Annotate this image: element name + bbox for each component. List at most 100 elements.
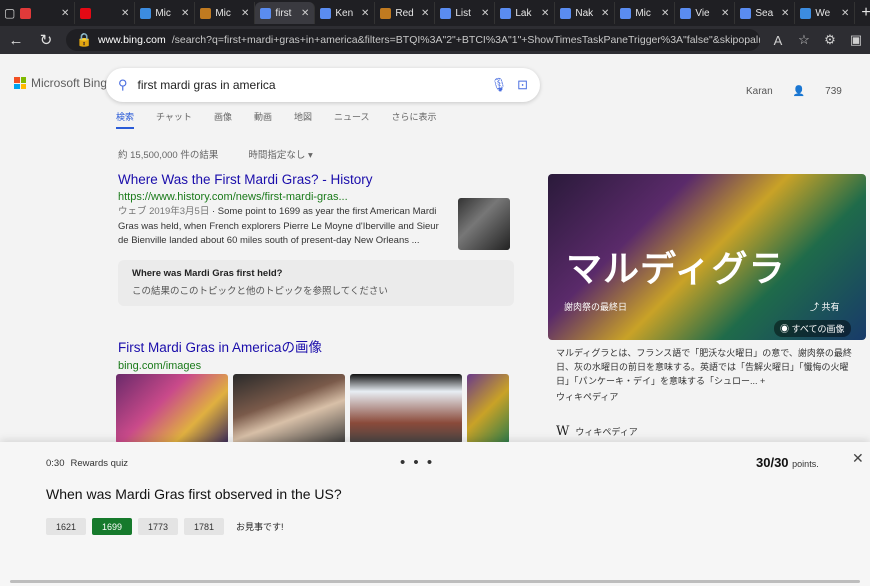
browser-tab[interactable]: Vie ✕ xyxy=(675,2,736,24)
rewards-quiz-panel: 0:30 Rewards quiz • • • 30/30 points. ✕ W… xyxy=(0,442,870,586)
close-icon[interactable]: ✕ xyxy=(852,450,864,467)
favorite-icon[interactable]: ☆ xyxy=(796,32,812,48)
tab-label: Mic xyxy=(635,7,651,19)
share-button[interactable]: ⤴ 共有 xyxy=(810,300,840,313)
people-also-ask-card[interactable]: Where was Mardi Gras first held? この結果のこの… xyxy=(118,260,514,306)
collections-icon[interactable]: ▣ xyxy=(848,32,864,48)
image-thumbnail[interactable] xyxy=(116,374,228,444)
wikipedia-label: ウィキペディア xyxy=(575,427,638,437)
search-icon: ⚲ xyxy=(118,77,128,92)
browser-tab[interactable]: Mic ✕ xyxy=(195,2,256,24)
url-path: /search?q=first+mardi+gras+in+america&fi… xyxy=(171,34,760,46)
result-thumbnail[interactable] xyxy=(458,198,510,250)
quiz-options: 1621 1699 1773 1781 お見事です! xyxy=(46,518,284,535)
search-box[interactable]: ⚲ first mardi gras in america 🎙 ⊡ xyxy=(106,68,540,102)
image-thumbnail[interactable] xyxy=(233,374,345,444)
tab-close-icon[interactable]: ✕ xyxy=(181,8,189,19)
vertical-tab[interactable]: チャット xyxy=(156,110,192,129)
all-images-button[interactable]: ◉ すべての画像 xyxy=(774,320,851,337)
tab-close-icon[interactable]: ✕ xyxy=(661,8,669,19)
tab-close-icon[interactable]: ✕ xyxy=(601,8,609,19)
browser-tab[interactable]: We ✕ xyxy=(795,2,856,24)
browser-tab[interactable]: Sea ✕ xyxy=(735,2,796,24)
quiz-option-button[interactable]: 1699 xyxy=(92,518,132,535)
tab-close-icon[interactable]: ✕ xyxy=(301,8,309,19)
browser-tab[interactable]: Red ✕ xyxy=(375,2,436,24)
wikipedia-link[interactable]: W ウィキペディア xyxy=(556,424,638,439)
tab-close-icon[interactable]: ✕ xyxy=(721,8,729,19)
tab-close-icon[interactable]: ✕ xyxy=(421,8,429,19)
read-aloud-icon[interactable]: A xyxy=(770,33,786,48)
quiz-option-button[interactable]: 1773 xyxy=(138,518,178,535)
microsoft-logo-icon xyxy=(14,77,26,89)
vertical-tab[interactable]: 画像 xyxy=(214,110,232,129)
image-results-title[interactable]: First Mardi Gras in Americaの画像 xyxy=(118,336,518,356)
browser-tab[interactable]: Mic ✕ xyxy=(615,2,676,24)
image-results-section: First Mardi Gras in Americaの画像 bing.com/… xyxy=(118,336,518,372)
rewards-points[interactable]: 739 xyxy=(825,86,842,97)
bing-logo-text: Microsoft Bing xyxy=(31,76,108,90)
tab-label: Mic xyxy=(215,7,231,19)
tab-close-icon[interactable]: ✕ xyxy=(121,8,129,19)
tab-favicon-icon xyxy=(740,7,752,19)
tab-favicon-icon xyxy=(140,7,152,19)
url-host: www.bing.com xyxy=(98,34,166,46)
microphone-icon[interactable]: 🎙 xyxy=(491,77,508,93)
browser-tab[interactable]: Lak ✕ xyxy=(495,2,556,24)
browser-tab[interactable]: Mic ✕ xyxy=(135,2,196,24)
image-thumbnail[interactable] xyxy=(467,374,509,444)
result-title-link[interactable]: Where Was the First Mardi Gras? - Histor… xyxy=(118,172,518,187)
results-meta: 約 15,500,000 件の結果 時間指定なし ▾ xyxy=(118,147,313,161)
knowledge-panel-description: マルディグラとは、フランス語で「肥沃な火曜日」の意で、謝肉祭の最終日、灰の水曜日… xyxy=(556,348,852,386)
tab-close-icon[interactable]: ✕ xyxy=(781,8,789,19)
tab-close-icon[interactable]: ✕ xyxy=(481,8,489,19)
quiz-option-button[interactable]: 1781 xyxy=(184,518,224,535)
browser-tab[interactable]: first ✕ xyxy=(255,2,316,24)
knowledge-panel-image[interactable]: マルディグラ 謝肉祭の最終日 ⤴ 共有 ◉ すべての画像 xyxy=(548,174,866,340)
extensions-icon[interactable]: ⚙ xyxy=(822,32,838,48)
tab-close-icon[interactable]: ✕ xyxy=(841,8,849,19)
tab-close-icon[interactable]: ✕ xyxy=(361,8,369,19)
result-snippet: ウェブ 2019年3月5日 · Some point to 1699 as ye… xyxy=(118,205,448,249)
vertical-tab[interactable]: 検索 xyxy=(116,110,135,129)
browser-tab[interactable]: Nak ✕ xyxy=(555,2,616,24)
bing-logo[interactable]: Microsoft Bing xyxy=(14,76,107,90)
time-filter[interactable]: 時間指定なし ▾ xyxy=(248,147,312,161)
knowledge-panel-source[interactable]: ウィキペディア xyxy=(556,390,618,403)
result-count: 約 15,500,000 件の結果 xyxy=(118,150,219,161)
search-query[interactable]: first mardi gras in america xyxy=(138,78,481,92)
window-menu-icon[interactable]: ▢ xyxy=(4,3,15,23)
new-tab-icon[interactable]: + xyxy=(861,4,870,22)
refresh-icon[interactable]: ↻ xyxy=(36,31,56,49)
tab-label: Ken xyxy=(335,7,354,19)
tab-favicon-icon xyxy=(800,7,812,19)
tab-close-icon[interactable]: ✕ xyxy=(241,8,249,19)
tab-favicon-icon xyxy=(440,7,452,19)
tab-label: We xyxy=(815,7,831,19)
horizontal-scrollbar[interactable] xyxy=(10,580,860,583)
user-name[interactable]: Karan xyxy=(746,86,773,97)
vertical-tab[interactable]: ニュース xyxy=(334,110,370,129)
search-result: Where Was the First Mardi Gras? - Histor… xyxy=(118,172,518,250)
vertical-tab[interactable]: さらに表示 xyxy=(392,110,437,129)
browser-tab[interactable]: ✕ xyxy=(75,2,136,24)
more-options-icon[interactable]: • • • xyxy=(400,454,434,471)
avatar-icon[interactable]: 👤 xyxy=(793,86,805,97)
url-field[interactable]: 🔒 www.bing.com/search?q=first+mardi+gras… xyxy=(66,29,760,51)
back-icon[interactable]: ← xyxy=(6,32,26,49)
browser-tab[interactable]: ✕ xyxy=(15,2,76,24)
tab-close-icon[interactable]: ✕ xyxy=(541,8,549,19)
share-label: 共有 xyxy=(821,302,840,312)
visual-search-icon[interactable]: ⊡ xyxy=(517,77,528,93)
vertical-tab[interactable]: 動画 xyxy=(254,110,272,129)
vertical-tab[interactable]: 地図 xyxy=(294,110,312,129)
lock-icon: 🔒 xyxy=(76,32,93,47)
tab-favicon-icon xyxy=(260,7,272,19)
share-icon: ⤴ xyxy=(810,302,822,312)
image-results-url[interactable]: bing.com/images xyxy=(118,360,518,372)
quiz-option-button[interactable]: 1621 xyxy=(46,518,86,535)
image-thumbnail[interactable] xyxy=(350,374,462,444)
browser-tab[interactable]: Ken ✕ xyxy=(315,2,376,24)
browser-tab[interactable]: List ✕ xyxy=(435,2,496,24)
tab-close-icon[interactable]: ✕ xyxy=(61,8,69,19)
